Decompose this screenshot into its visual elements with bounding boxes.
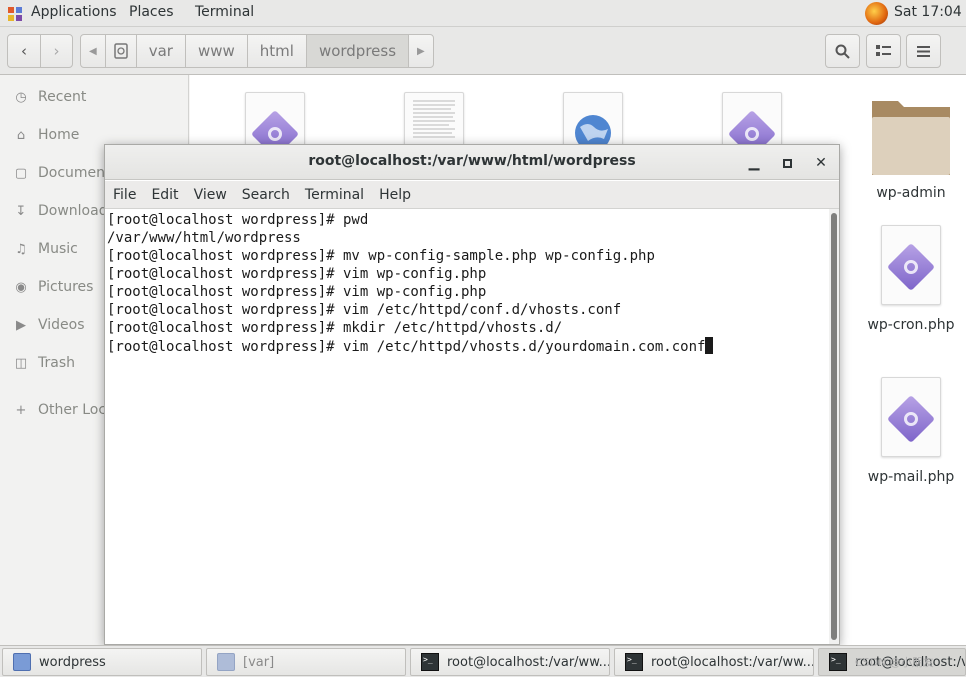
forward-button[interactable]: › — [40, 34, 73, 68]
menu-button[interactable] — [906, 34, 941, 68]
download-icon: ↧ — [15, 203, 27, 219]
taskbar: wordpress [var] root@localhost:/var/ww..… — [0, 645, 966, 677]
camera-icon: ◉ — [15, 279, 27, 295]
file-label-wp-mail: wp-mail.php — [867, 469, 955, 485]
terminal-titlebar[interactable]: root@localhost:/var/www/html/wordpress ▁… — [105, 145, 839, 180]
list-view-icon — [876, 45, 891, 56]
path-scroll-left-button[interactable]: ◀ — [81, 35, 106, 67]
terminal-menubar: File Edit View Search Terminal Help — [105, 181, 839, 209]
sidebar-item-recent[interactable]: ◷ Recent — [0, 82, 189, 112]
music-icon: ♫ — [15, 241, 27, 257]
crumb-var[interactable]: var — [137, 35, 186, 67]
applications-icon — [8, 7, 22, 21]
search-button[interactable] — [825, 34, 860, 68]
task-var[interactable]: [var] — [206, 648, 406, 676]
terminal-line: [root@localhost wordpress]# mv wp-config… — [107, 248, 655, 264]
terminal-app-menu[interactable]: Terminal — [195, 4, 254, 20]
terminal-icon — [421, 653, 439, 671]
sidebar-item-label: Pictures — [38, 279, 94, 295]
terminal-output[interactable]: [root@localhost wordpress]# pwd/var/www/… — [107, 209, 829, 644]
hamburger-icon — [917, 45, 930, 57]
file-manager-icon — [217, 653, 235, 671]
home-icon: ⌂ — [16, 127, 26, 143]
sidebar-item-label: Recent — [38, 89, 87, 105]
task-terminal-1[interactable]: root@localhost:/var/ww... — [410, 648, 610, 676]
chevron-right-icon: › — [53, 42, 60, 60]
menu-help[interactable]: Help — [379, 187, 411, 203]
file-manager-header: ‹ › ◀ var www html wordpress ▶ — [0, 27, 966, 75]
top-bar: Applications Places Terminal Sat 17:04 — [0, 0, 966, 27]
terminal-icon — [829, 653, 847, 671]
triangle-right-icon: ▶ — [417, 45, 425, 57]
view-toggle-button[interactable] — [866, 34, 901, 68]
php-file-icon[interactable] — [881, 225, 941, 305]
file-manager-icon — [13, 653, 31, 671]
terminal-title: root@localhost:/var/www/html/wordpress — [308, 153, 636, 169]
task-label: root@localhost:/var/ww... — [447, 654, 610, 670]
terminal-line: [root@localhost wordpress]# pwd — [107, 212, 369, 228]
video-icon: ▶ — [16, 317, 26, 333]
terminal-line: /var/www/html/wordpress — [107, 230, 301, 246]
maximize-button[interactable] — [777, 153, 797, 173]
firefox-tray-icon[interactable] — [865, 2, 888, 25]
search-icon — [835, 44, 850, 59]
scrollbar-thumb[interactable] — [831, 213, 837, 640]
close-icon: ✕ — [815, 155, 827, 171]
crumb-www[interactable]: www — [186, 35, 248, 67]
terminal-current-line: [root@localhost wordpress]# vim /etc/htt… — [107, 337, 829, 356]
terminal-line: [root@localhost wordpress]# vim /etc/htt… — [107, 339, 706, 355]
terminal-scrollbar[interactable] — [829, 209, 839, 644]
clock-icon: ◷ — [15, 89, 27, 105]
task-terminal-2[interactable]: root@localhost:/var/ww... — [614, 648, 814, 676]
path-root-button[interactable] — [106, 35, 137, 67]
path-bar: ◀ var www html wordpress ▶ — [80, 34, 434, 68]
menu-edit[interactable]: Edit — [151, 187, 178, 203]
file-label-wp-admin: wp-admin — [876, 185, 946, 201]
sidebar-item-label: Home — [38, 127, 80, 143]
maximize-icon — [782, 158, 792, 168]
close-button[interactable]: ✕ — [811, 153, 831, 173]
applications-menu[interactable]: Applications — [31, 4, 117, 20]
task-label: root@localhost:/var/ww... — [651, 654, 814, 670]
task-label: [var] — [243, 654, 275, 670]
menu-file[interactable]: File — [113, 187, 136, 203]
document-icon: ▢ — [14, 165, 28, 181]
back-button[interactable]: ‹ — [7, 34, 41, 68]
menu-terminal[interactable]: Terminal — [305, 187, 364, 203]
sidebar-item-label: Trash — [38, 355, 75, 371]
task-label: wordpress — [39, 654, 106, 670]
chevron-left-icon: ‹ — [21, 42, 27, 60]
file-label-wp-cron: wp-cron.php — [867, 317, 955, 333]
minimize-button[interactable]: ▁ — [744, 153, 764, 173]
sidebar-item-label: Music — [38, 241, 78, 257]
places-menu[interactable]: Places — [129, 4, 174, 20]
terminal-window[interactable]: root@localhost:/var/www/html/wordpress ▁… — [104, 144, 840, 645]
triangle-left-icon: ◀ — [89, 45, 97, 57]
plus-icon: + — [15, 402, 27, 418]
minimize-icon: ▁ — [748, 155, 760, 171]
terminal-line: [root@localhost wordpress]# vim wp-confi… — [107, 284, 487, 300]
menu-view[interactable]: View — [194, 187, 227, 203]
folder-icon[interactable] — [870, 95, 952, 177]
terminal-icon — [625, 653, 643, 671]
drive-icon — [113, 43, 128, 59]
watermark: CSDN @小朋友 — [855, 656, 934, 669]
php-file-icon[interactable] — [881, 377, 941, 457]
trash-icon: ◫ — [14, 355, 28, 371]
path-scroll-right-button[interactable]: ▶ — [409, 35, 433, 67]
crumb-html[interactable]: html — [248, 35, 307, 67]
menu-search[interactable]: Search — [242, 187, 290, 203]
terminal-line: [root@localhost wordpress]# vim /etc/htt… — [107, 302, 622, 318]
sidebar-item-label: Videos — [38, 317, 85, 333]
terminal-line: [root@localhost wordpress]# mkdir /etc/h… — [107, 320, 563, 336]
crumb-wordpress[interactable]: wordpress — [306, 35, 410, 67]
task-wordpress[interactable]: wordpress — [2, 648, 202, 676]
terminal-cursor — [705, 337, 714, 354]
terminal-line: [root@localhost wordpress]# vim wp-confi… — [107, 266, 487, 282]
clock[interactable]: Sat 17:04 — [894, 4, 966, 20]
